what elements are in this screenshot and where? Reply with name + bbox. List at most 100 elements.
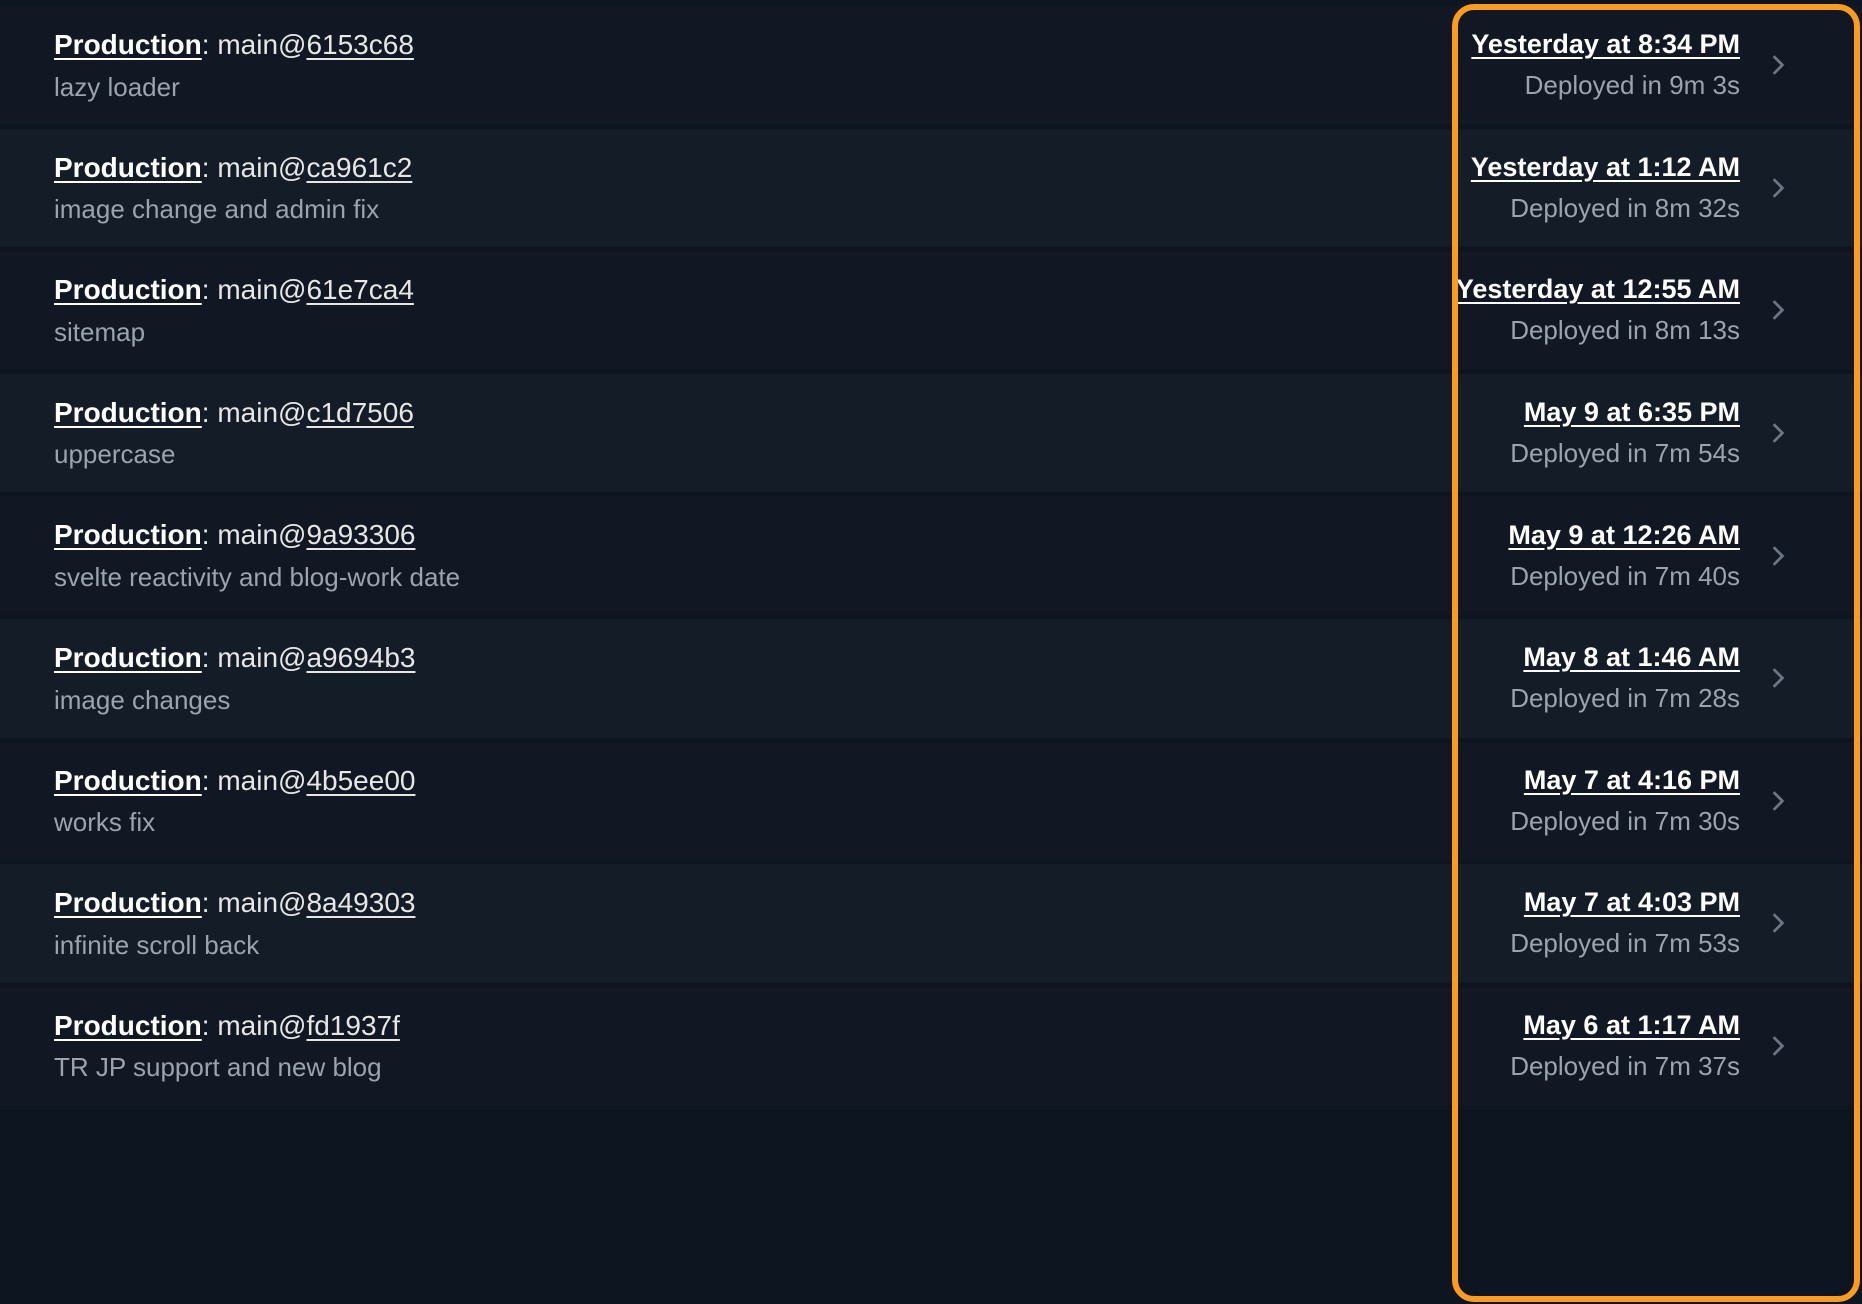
commit-hash-link[interactable]: 9a93306 [306, 519, 415, 550]
deploy-timestamp-link[interactable]: Yesterday at 1:12 AM [1471, 152, 1740, 183]
deployment-info: Production: main@8a49303 infinite scroll… [54, 886, 415, 961]
deploy-timestamp-link[interactable]: May 7 at 4:03 PM [1524, 887, 1740, 918]
deploy-duration: Deployed in 7m 28s [1510, 683, 1740, 714]
chevron-right-icon[interactable] [1764, 174, 1792, 202]
chevron-right-icon[interactable] [1764, 664, 1792, 692]
environment-link[interactable]: Production [54, 397, 202, 428]
colon: : [202, 152, 218, 183]
chevron-right-icon[interactable] [1764, 296, 1792, 324]
commit-message: lazy loader [54, 72, 414, 103]
deployment-meta: Yesterday at 8:34 PM Deployed in 9m 3s [1471, 29, 1792, 101]
colon: : [202, 397, 218, 428]
branch-prefix: main@ [217, 887, 306, 918]
deployment-title: Production: main@8a49303 [54, 886, 415, 920]
deployment-info: Production: main@61e7ca4 sitemap [54, 273, 414, 348]
deploy-timestamp-link[interactable]: May 8 at 1:46 AM [1523, 642, 1740, 673]
deployment-info: Production: main@c1d7506 uppercase [54, 396, 414, 471]
colon: : [202, 29, 218, 60]
deployment-title: Production: main@61e7ca4 [54, 273, 414, 307]
deployment-row[interactable]: Production: main@a9694b3 image changes M… [0, 619, 1862, 738]
deployment-info: Production: main@a9694b3 image changes [54, 641, 415, 716]
deployment-row[interactable]: Production: main@fd1937f TR JP support a… [0, 987, 1862, 1106]
branch-prefix: main@ [217, 765, 306, 796]
colon: : [202, 1010, 218, 1041]
environment-link[interactable]: Production [54, 152, 202, 183]
colon: : [202, 887, 218, 918]
chevron-right-icon[interactable] [1764, 909, 1792, 937]
deployment-row[interactable]: Production: main@61e7ca4 sitemap Yesterd… [0, 251, 1862, 370]
commit-hash-link[interactable]: 6153c68 [306, 29, 413, 60]
chevron-right-icon[interactable] [1764, 787, 1792, 815]
commit-message: svelte reactivity and blog-work date [54, 562, 460, 593]
deployment-title: Production: main@6153c68 [54, 28, 414, 62]
deployment-row[interactable]: Production: main@ca961c2 image change an… [0, 129, 1862, 248]
environment-link[interactable]: Production [54, 887, 202, 918]
deploy-timestamp-link[interactable]: May 6 at 1:17 AM [1523, 1010, 1740, 1041]
deployment-title: Production: main@c1d7506 [54, 396, 414, 430]
commit-hash-link[interactable]: fd1937f [306, 1010, 399, 1041]
deployment-row[interactable]: Production: main@c1d7506 uppercase May 9… [0, 374, 1862, 493]
branch-prefix: main@ [217, 152, 306, 183]
deploy-timestamp-link[interactable]: Yesterday at 8:34 PM [1471, 29, 1740, 60]
branch-prefix: main@ [217, 29, 306, 60]
commit-message: works fix [54, 807, 415, 838]
colon: : [202, 642, 218, 673]
deploy-timestamp-link[interactable]: Yesterday at 12:55 AM [1456, 274, 1740, 305]
deployment-row[interactable]: Production: main@9a93306 svelte reactivi… [0, 496, 1862, 615]
commit-message: infinite scroll back [54, 930, 415, 961]
deployment-meta: May 8 at 1:46 AM Deployed in 7m 28s [1510, 642, 1792, 714]
deploy-timestamp-link[interactable]: May 7 at 4:16 PM [1524, 765, 1740, 796]
chevron-right-icon[interactable] [1764, 1032, 1792, 1060]
environment-link[interactable]: Production [54, 29, 202, 60]
environment-link[interactable]: Production [54, 1010, 202, 1041]
commit-message: image changes [54, 685, 415, 716]
commit-hash-link[interactable]: 4b5ee00 [306, 765, 415, 796]
commit-message: TR JP support and new blog [54, 1052, 400, 1083]
deployment-info: Production: main@6153c68 lazy loader [54, 28, 414, 103]
commit-hash-link[interactable]: 61e7ca4 [306, 274, 413, 305]
deployment-info: Production: main@4b5ee00 works fix [54, 764, 415, 839]
deployment-meta: May 6 at 1:17 AM Deployed in 7m 37s [1510, 1010, 1792, 1082]
chevron-right-icon[interactable] [1764, 419, 1792, 447]
deployment-info: Production: main@fd1937f TR JP support a… [54, 1009, 400, 1084]
deployment-row[interactable]: Production: main@6153c68 lazy loader Yes… [0, 6, 1862, 125]
deployments-list: Production: main@6153c68 lazy loader Yes… [0, 6, 1862, 1105]
branch-prefix: main@ [217, 519, 306, 550]
deployment-info: Production: main@ca961c2 image change an… [54, 151, 412, 226]
commit-message: sitemap [54, 317, 414, 348]
chevron-right-icon[interactable] [1764, 542, 1792, 570]
deploy-timestamp-link[interactable]: May 9 at 6:35 PM [1524, 397, 1740, 428]
deploy-duration: Deployed in 7m 37s [1510, 1051, 1740, 1082]
commit-hash-link[interactable]: 8a49303 [306, 887, 415, 918]
deployment-title: Production: main@ca961c2 [54, 151, 412, 185]
commit-hash-link[interactable]: a9694b3 [306, 642, 415, 673]
deployment-row[interactable]: Production: main@4b5ee00 works fix May 7… [0, 742, 1862, 861]
deployment-meta: Yesterday at 1:12 AM Deployed in 8m 32s [1471, 152, 1792, 224]
environment-link[interactable]: Production [54, 642, 202, 673]
commit-message: uppercase [54, 439, 414, 470]
colon: : [202, 274, 218, 305]
commit-hash-link[interactable]: ca961c2 [306, 152, 412, 183]
branch-prefix: main@ [217, 397, 306, 428]
deployment-meta: May 9 at 12:26 AM Deployed in 7m 40s [1508, 520, 1792, 592]
chevron-right-icon[interactable] [1764, 51, 1792, 79]
environment-link[interactable]: Production [54, 519, 202, 550]
deploy-duration: Deployed in 7m 53s [1510, 928, 1740, 959]
environment-link[interactable]: Production [54, 765, 202, 796]
deploy-duration: Deployed in 8m 13s [1510, 315, 1740, 346]
environment-link[interactable]: Production [54, 274, 202, 305]
colon: : [202, 519, 218, 550]
deployment-info: Production: main@9a93306 svelte reactivi… [54, 518, 460, 593]
deployment-meta: May 9 at 6:35 PM Deployed in 7m 54s [1510, 397, 1792, 469]
branch-prefix: main@ [217, 642, 306, 673]
deployment-title: Production: main@a9694b3 [54, 641, 415, 675]
deploy-duration: Deployed in 8m 32s [1510, 193, 1740, 224]
commit-hash-link[interactable]: c1d7506 [306, 397, 413, 428]
deploy-timestamp-link[interactable]: May 9 at 12:26 AM [1508, 520, 1740, 551]
branch-prefix: main@ [217, 1010, 306, 1041]
colon: : [202, 765, 218, 796]
deployment-meta: Yesterday at 12:55 AM Deployed in 8m 13s [1456, 274, 1792, 346]
branch-prefix: main@ [217, 274, 306, 305]
deployment-row[interactable]: Production: main@8a49303 infinite scroll… [0, 864, 1862, 983]
deployment-title: Production: main@fd1937f [54, 1009, 400, 1043]
